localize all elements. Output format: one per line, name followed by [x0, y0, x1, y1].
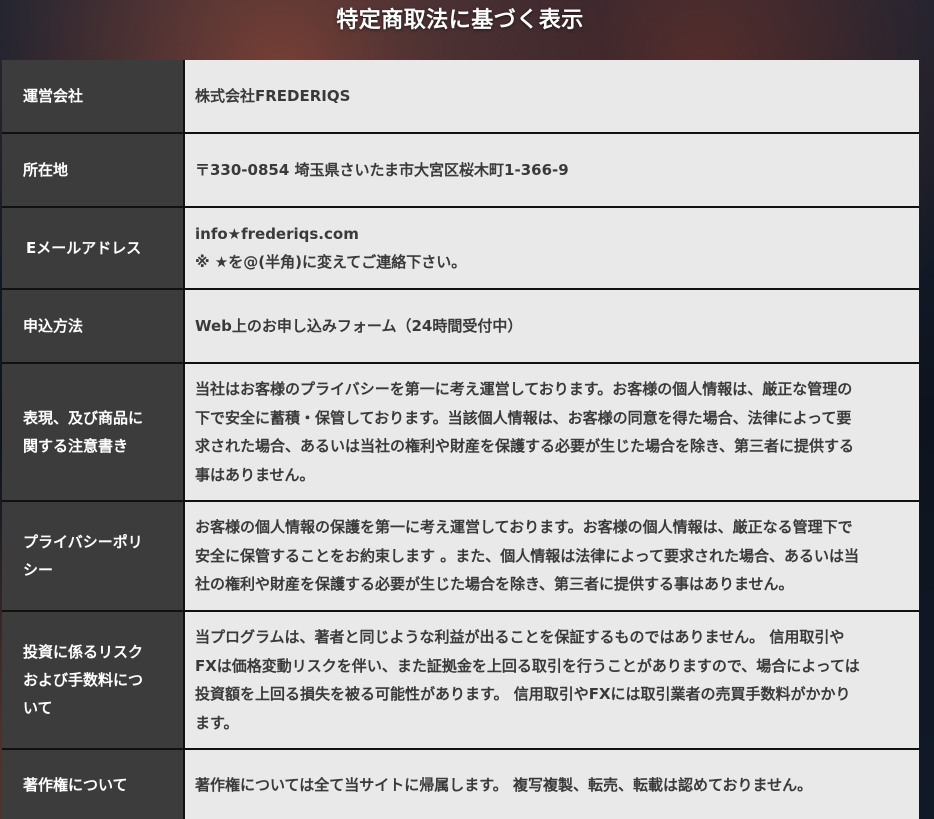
- table-row-company: 運営会社 株式会社FREDERIQS: [2, 60, 919, 134]
- page-title: 特定商取法に基づく表示: [336, 8, 584, 33]
- row-label: プライバシーポリ シー: [2, 502, 185, 610]
- value-line: お客様の個人情報の保護を第一に考え運営しております。お客様の個人情報は、厳正なる…: [195, 518, 853, 537]
- row-value: 当社はお客様のプライバシーを第一に考え運営しております。お客様の個人情報は、厳正…: [185, 364, 919, 500]
- label-line: 投資に係るリスク: [23, 643, 144, 661]
- table-row-email: Eメールアドレス info★frederiqs.com ※ ★を@(半角)に変え…: [2, 208, 919, 290]
- row-value: Web上のお申し込みフォーム（24時間受付中）: [185, 290, 919, 362]
- value-line: 当プログラムは、著者と同じような利益が出ることを保証するものではありません。 信…: [195, 628, 845, 646]
- row-value: 当プログラムは、著者と同じような利益が出ることを保証するものではありません。 信…: [185, 612, 919, 748]
- value-line: ます。: [195, 713, 239, 732]
- row-label: 運営会社: [2, 60, 185, 132]
- disclosure-table: 運営会社 株式会社FREDERIQS 所在地 〒330-0854 埼玉県さいたま…: [2, 60, 919, 819]
- value-line: 当社はお客様のプライバシーを第一に考え運営しております。お客様の個人情報は、厳正…: [195, 380, 853, 398]
- value-line: ※ ★を@(半角)に変えてご連絡下さい。: [195, 253, 467, 271]
- row-label: Eメールアドレス: [2, 208, 185, 288]
- label-line: 関する注意書き: [23, 437, 129, 455]
- value-line: 社の権利や財産を保護する必要が生じた場合を除き、第三者に提供する事はありません。: [195, 575, 794, 594]
- label-line: および手数料につ: [23, 671, 144, 689]
- value-line: 著作権については全て当サイトに帰属します。 複写複製、転売、転載は認めておりませ…: [195, 775, 813, 794]
- row-label: 著作権について: [2, 750, 185, 819]
- row-label: 投資に係るリスク および手数料につ いて: [2, 612, 185, 748]
- table-row-notes: 表現、及び商品に 関する注意書き 当社はお客様のプライバシーを第一に考え運営して…: [2, 364, 919, 502]
- value-line: Web上のお申し込みフォーム（24時間受付中）: [195, 316, 523, 335]
- row-label: 申込方法: [2, 290, 185, 362]
- email-address[interactable]: info★frederiqs.com: [195, 220, 466, 249]
- value-line: 求された場合、あるいは当社の権利や財産を保護する必要が生じた場合を除き、第三者に…: [195, 437, 854, 455]
- label-line: いて: [23, 699, 53, 717]
- row-label: 表現、及び商品に 関する注意書き: [2, 364, 185, 500]
- value-line: 安全に保管することをお約束します 。また、個人情報は法律によって要求された場合、…: [195, 546, 860, 565]
- row-value: info★frederiqs.com ※ ★を@(半角)に変えてご連絡下さい。: [185, 208, 919, 288]
- table-row-application: 申込方法 Web上のお申し込みフォーム（24時間受付中）: [2, 290, 919, 364]
- value-line: 事はありません。: [195, 465, 315, 484]
- row-value: 〒330-0854 埼玉県さいたま市大宮区桜木町1-366-9: [185, 134, 919, 206]
- table-row-copyright: 著作権について 著作権については全て当サイトに帰属します。 複写複製、転売、転載…: [2, 750, 919, 819]
- value-line: 投資額を上回る損失を被る可能性があります。 信用取引やFXには取引業者の売買手数…: [195, 685, 851, 703]
- table-row-risk: 投資に係るリスク および手数料につ いて 当プログラムは、著者と同じような利益が…: [2, 612, 919, 750]
- row-value: 著作権については全て当サイトに帰属します。 複写複製、転売、転載は認めておりませ…: [185, 750, 919, 819]
- value-line: 株式会社FREDERIQS: [195, 86, 351, 105]
- row-value: 株式会社FREDERIQS: [185, 60, 919, 132]
- label-line: 表現、及び商品に: [23, 409, 144, 427]
- value-line: 下で安全に蓄積・保管しております。当該個人情報は、お客様の同意を得た場合、法律に…: [195, 408, 852, 427]
- value-line: FXは価格変動リスクを伴い、また証拠金を上回る取引を行うことがありますので、場合…: [195, 656, 860, 675]
- table-row-address: 所在地 〒330-0854 埼玉県さいたま市大宮区桜木町1-366-9: [2, 134, 919, 208]
- table-row-privacy: プライバシーポリ シー お客様の個人情報の保護を第一に考え運営しております。お客…: [2, 502, 919, 612]
- label-line: シー: [23, 561, 54, 579]
- row-label: 所在地: [2, 134, 185, 206]
- value-line: 〒330-0854 埼玉県さいたま市大宮区桜木町1-366-9: [195, 160, 569, 179]
- row-value: お客様の個人情報の保護を第一に考え運営しております。お客様の個人情報は、厳正なる…: [185, 502, 919, 610]
- label-line: プライバシーポリ: [23, 533, 143, 551]
